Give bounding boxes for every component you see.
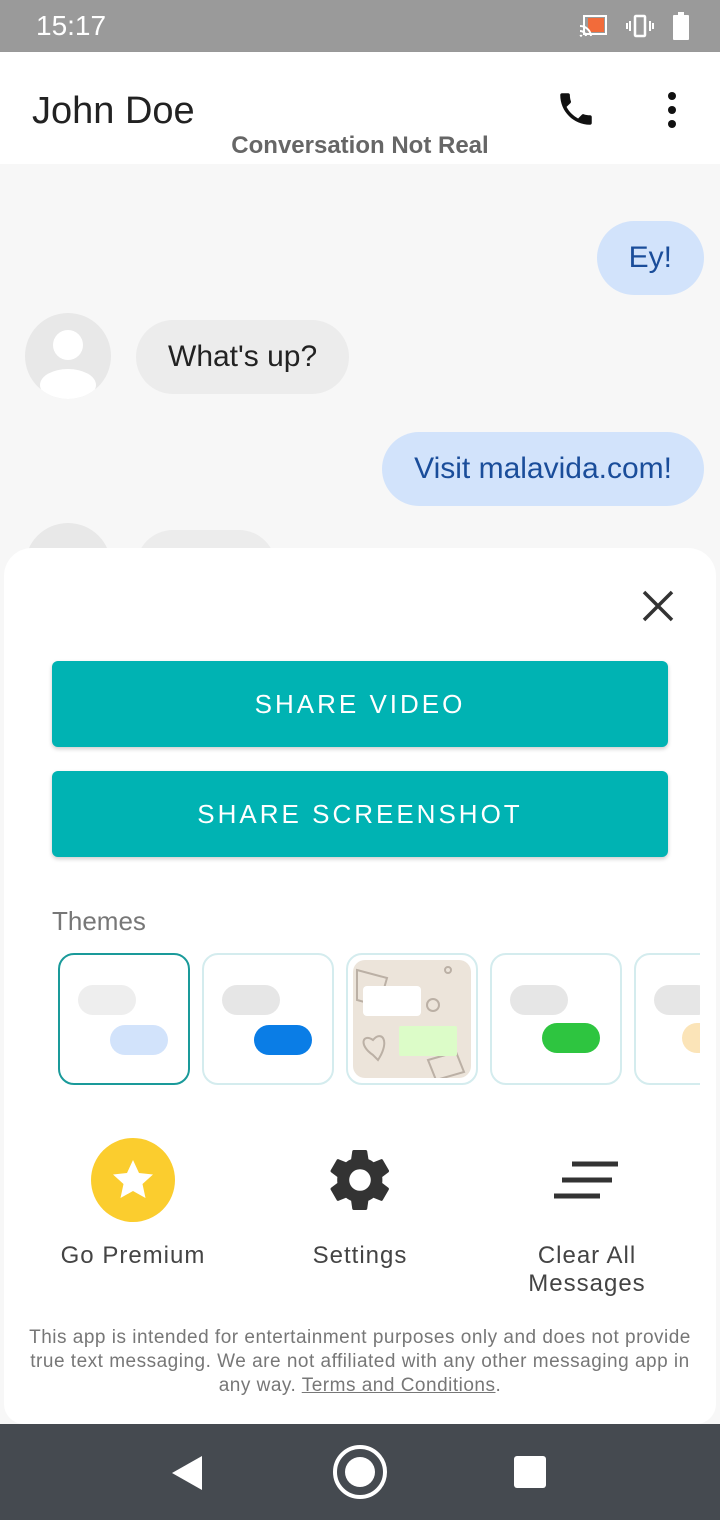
outgoing-bubble-preview <box>399 1026 457 1056</box>
incoming-bubble-preview <box>510 985 568 1015</box>
gear-icon <box>330 1150 390 1210</box>
message-bubble-incoming[interactable]: What's up? <box>136 320 350 394</box>
incoming-bubble-preview <box>363 986 421 1016</box>
clear-lines-icon <box>554 1161 618 1199</box>
theme-option-default[interactable] <box>58 953 190 1085</box>
share-screenshot-button[interactable]: SHARE SCREENSHOT <box>52 771 668 857</box>
home-icon[interactable] <box>332 1444 388 1500</box>
recents-icon[interactable] <box>514 1456 546 1488</box>
message-bubble-outgoing[interactable]: Ey! <box>596 221 704 295</box>
outgoing-bubble-preview <box>110 1025 168 1055</box>
incoming-bubble-preview <box>654 985 700 1015</box>
theme-picker[interactable] <box>58 953 700 1085</box>
close-icon[interactable] <box>640 588 676 624</box>
cast-icon <box>579 15 607 37</box>
person-icon <box>40 330 96 399</box>
clock: 15:17 <box>36 10 107 41</box>
disclaimer-text: This app is intended for entertainment p… <box>29 1327 691 1396</box>
battery-icon <box>673 12 689 40</box>
share-bottom-sheet: SHARE VIDEO SHARE SCREENSHOT Themes Go P… <box>4 548 716 1424</box>
settings-button[interactable]: Settings <box>250 1138 470 1270</box>
incoming-bubble-preview <box>78 985 136 1015</box>
go-premium-button[interactable]: Go Premium <box>23 1138 243 1270</box>
star-icon <box>91 1138 175 1222</box>
theme-option-blue[interactable] <box>202 953 334 1085</box>
incoming-bubble-preview <box>222 985 280 1015</box>
outgoing-bubble-preview <box>542 1023 600 1053</box>
vibrate-icon <box>626 14 654 38</box>
themes-label: Themes <box>52 906 146 936</box>
conversation-disclaimer: Conversation Not Real <box>231 132 489 159</box>
theme-option-whatsapp[interactable] <box>346 953 478 1085</box>
contact-name[interactable]: John Doe <box>32 90 195 133</box>
share-video-button[interactable]: SHARE VIDEO <box>52 661 668 747</box>
settings-label: Settings <box>312 1242 408 1269</box>
outgoing-bubble-preview <box>254 1025 312 1055</box>
back-icon[interactable] <box>172 1456 204 1490</box>
terms-link[interactable]: Terms and Conditions <box>302 1375 496 1396</box>
message-bubble-outgoing[interactable]: Visit malavida.com! <box>382 432 704 506</box>
outgoing-bubble-preview <box>682 1023 700 1053</box>
more-vert-icon[interactable] <box>660 90 684 130</box>
theme-option-green[interactable] <box>490 953 622 1085</box>
navigation-bar <box>0 1424 720 1520</box>
doodle-pattern-icon <box>356 966 466 1082</box>
theme-option-yellow[interactable] <box>634 953 700 1085</box>
pattern-background <box>353 960 471 1082</box>
clear-all-messages-label: Clear All Messages <box>528 1242 646 1297</box>
contact-avatar <box>25 313 111 399</box>
app-bar: John Doe Conversation Not Real <box>0 52 720 164</box>
go-premium-label: Go Premium <box>60 1242 206 1269</box>
phone-icon[interactable] <box>555 88 597 130</box>
status-bar: 15:17 <box>0 0 720 52</box>
clear-all-messages-button[interactable]: Clear All Messages <box>477 1138 697 1298</box>
message-list: Ey! What's up? Visit malavida.com! <box>0 164 720 609</box>
